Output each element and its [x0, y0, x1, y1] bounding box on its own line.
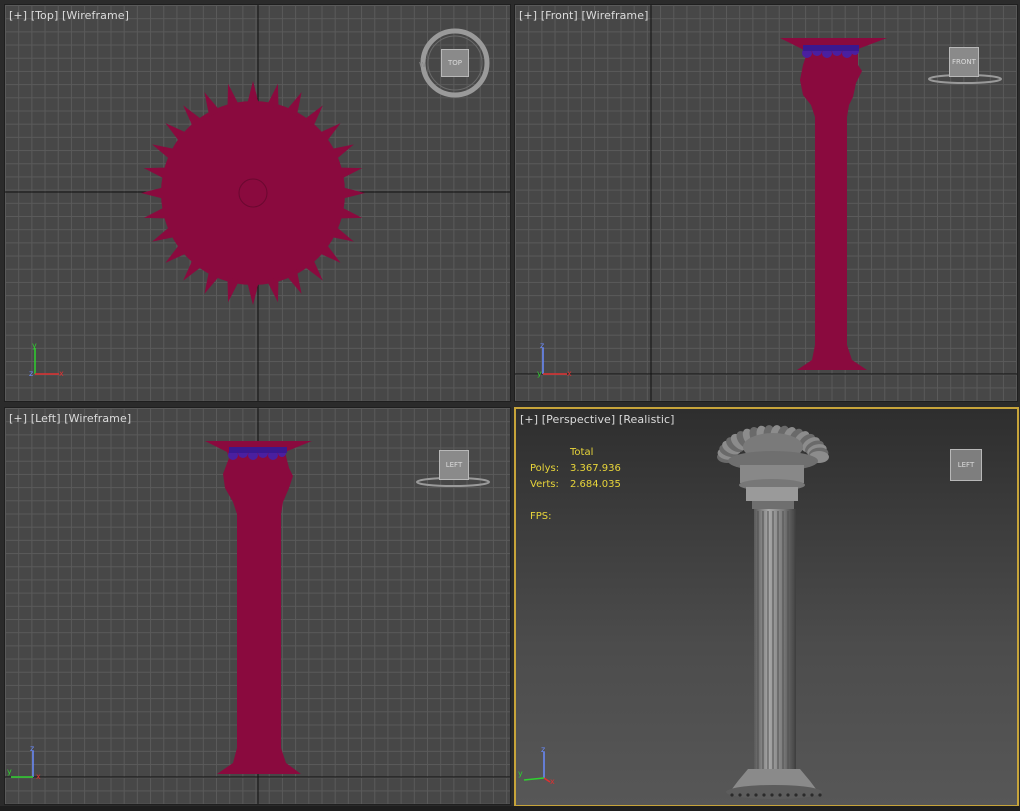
- viewport-shading-mode[interactable]: [Wireframe]: [62, 9, 129, 22]
- svg-text:y: y: [7, 767, 12, 776]
- stats-polys-label: Polys:: [530, 463, 560, 474]
- viewport-shading-mode[interactable]: [Realistic]: [619, 413, 675, 426]
- stats-fps-label: FPS:: [530, 511, 552, 522]
- viewcube-top[interactable]: W TOP: [417, 27, 493, 107]
- svg-text:y: y: [518, 769, 523, 778]
- stats-header: Total: [570, 447, 594, 458]
- svg-text:x: x: [567, 369, 572, 378]
- viewport-point-of-view[interactable]: [Perspective]: [542, 413, 616, 426]
- viewport-front-label[interactable]: [+] [Front] [Wireframe]: [519, 9, 648, 22]
- svg-text:x: x: [36, 772, 41, 781]
- stats-verts-value: 2.684.035: [570, 479, 621, 490]
- svg-text:z: z: [29, 369, 33, 378]
- capital-ornament: [802, 45, 859, 58]
- viewcube-left[interactable]: LEFT: [415, 448, 495, 492]
- svg-text:W: W: [419, 61, 426, 69]
- statistics-overlay: Total Polys: 3.367.936 Verts: 2.684.035 …: [530, 445, 621, 525]
- viewport-menu-plus[interactable]: [+]: [519, 9, 537, 22]
- viewcube-face[interactable]: LEFT: [950, 449, 982, 481]
- column-front-silhouette: [780, 38, 887, 370]
- viewcube-face[interactable]: FRONT: [949, 47, 979, 77]
- viewport-left-label[interactable]: [+] [Left] [Wireframe]: [9, 412, 131, 425]
- stats-verts-row: Verts: 2.684.035: [530, 477, 621, 493]
- svg-text:z: z: [541, 745, 545, 754]
- axis-tripod: z y x: [7, 744, 41, 781]
- svg-text:x: x: [59, 369, 64, 378]
- viewcube-face[interactable]: TOP: [441, 49, 469, 77]
- viewport-perspective-label[interactable]: [+] [Perspective] [Realistic]: [520, 413, 675, 426]
- viewport-point-of-view[interactable]: [Top]: [31, 9, 59, 22]
- viewport-front[interactable]: [+] [Front] [Wireframe] FRONT z y x: [514, 4, 1018, 402]
- column-top-silhouette: [141, 81, 365, 305]
- viewport-perspective[interactable]: [+] [Perspective] [Realistic] Total Poly…: [514, 407, 1019, 807]
- svg-text:z: z: [540, 341, 544, 350]
- axis-tripod: z y x: [537, 341, 572, 378]
- column-left-silhouette: [205, 441, 312, 774]
- viewport-menu-plus[interactable]: [+]: [9, 412, 27, 425]
- svg-text:x: x: [550, 777, 555, 786]
- svg-text:y: y: [537, 369, 542, 378]
- svg-text:z: z: [30, 744, 34, 753]
- svg-text:y: y: [32, 341, 37, 350]
- viewport-shading-mode[interactable]: [Wireframe]: [64, 412, 131, 425]
- axis-tripod: z y x: [518, 745, 555, 786]
- viewport-shading-mode[interactable]: [Wireframe]: [581, 9, 648, 22]
- viewcube-face[interactable]: LEFT: [439, 450, 469, 480]
- stats-polys-row: Polys: 3.367.936: [530, 461, 621, 477]
- viewcube-perspective[interactable]: LEFT: [950, 449, 982, 481]
- viewport-top[interactable]: [+] [Top] [Wireframe] W TOP y z x: [4, 4, 511, 402]
- status-strip: [0, 806, 1020, 811]
- viewport-menu-plus[interactable]: [+]: [9, 9, 27, 22]
- viewport-point-of-view[interactable]: [Front]: [541, 9, 578, 22]
- stats-fps-row: FPS:: [530, 509, 621, 525]
- viewport-point-of-view[interactable]: [Left]: [31, 412, 61, 425]
- viewcube-front[interactable]: FRONT: [927, 45, 1007, 89]
- viewport-left[interactable]: [+] [Left] [Wireframe] LEFT z y x: [4, 407, 511, 805]
- column-rendered: [717, 425, 829, 799]
- stats-polys-value: 3.367.936: [570, 463, 621, 474]
- axis-tripod: y z x: [29, 341, 64, 378]
- viewport-menu-plus[interactable]: [+]: [520, 413, 538, 426]
- stats-verts-label: Verts:: [530, 479, 559, 490]
- viewport-top-label[interactable]: [+] [Top] [Wireframe]: [9, 9, 129, 22]
